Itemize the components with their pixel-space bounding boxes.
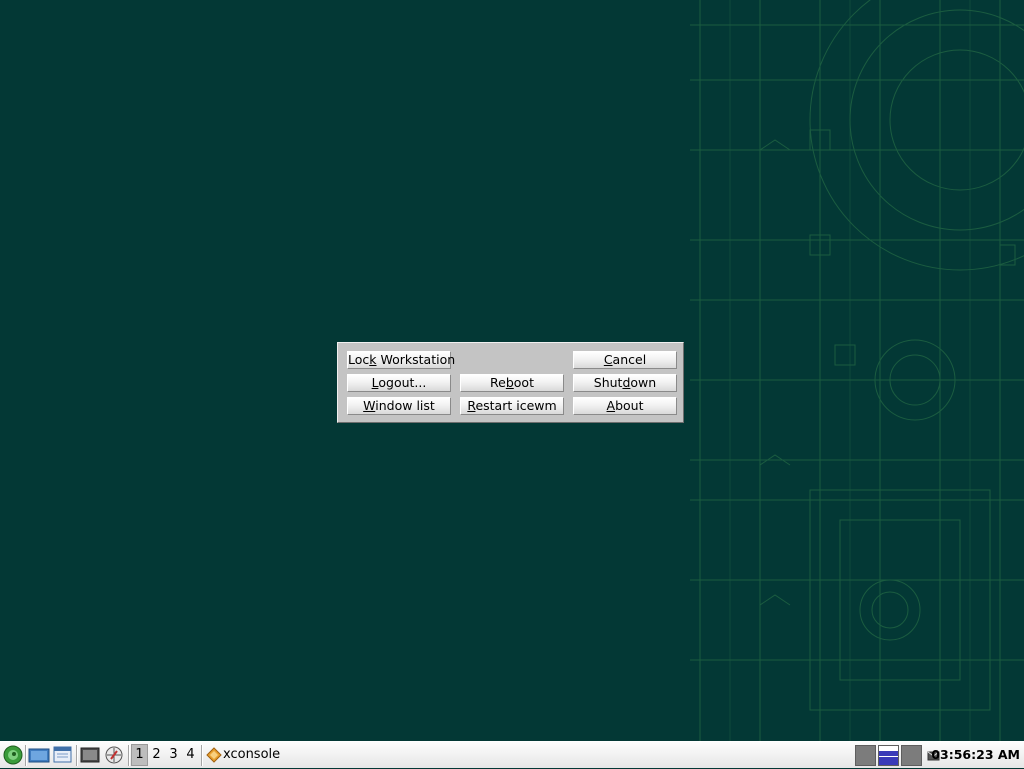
taskbar-separator (201, 745, 203, 766)
workspace-button-1[interactable]: 1 (131, 744, 148, 766)
clock[interactable]: 03:56:23 AM (931, 744, 1020, 766)
cancel-accelerator: C (603, 352, 613, 367)
logout-dialog: Lock Workstation Cancel Logout... Reboot… (337, 342, 684, 423)
reboot-button[interactable]: Reboot (460, 374, 564, 392)
about-label-post: bout (615, 398, 644, 413)
window-list-accelerator: W (363, 398, 376, 413)
window-list-icon (53, 746, 72, 763)
terminal-icon (80, 747, 100, 763)
shutdown-label-post: own (630, 375, 657, 390)
taskbar-separator (128, 745, 130, 766)
taskbar-separator (25, 745, 27, 766)
terminal-launcher[interactable] (79, 745, 101, 765)
cancel-button[interactable]: Cancel (573, 351, 677, 369)
start-menu-button[interactable] (2, 745, 24, 765)
logout-label-post: ogout... (378, 375, 427, 390)
about-button[interactable]: About (573, 397, 677, 415)
workspace-button-3[interactable]: 3 (165, 744, 182, 766)
reboot-label-post: oot (513, 375, 534, 390)
shutdown-button[interactable]: Shutdown (573, 374, 677, 392)
cancel-label-post: ancel (612, 352, 647, 367)
browser-icon (105, 746, 123, 764)
restart-icewm-button[interactable]: Restart icewm (460, 397, 564, 415)
window-list-button[interactable]: Window list (347, 397, 451, 415)
cpu-monitor-graph[interactable] (855, 745, 876, 766)
shutdown-label-pre: Shut (593, 375, 623, 390)
lock-workstation-label-pre: Loc (348, 352, 370, 367)
file-manager-launcher[interactable] (28, 745, 50, 765)
lock-workstation-accelerator: k (369, 352, 377, 367)
workspace-button-2[interactable]: 2 (148, 744, 165, 766)
about-accelerator: A (606, 398, 616, 413)
window-list-label-post: indow list (375, 398, 435, 413)
start-menu-icon (3, 745, 23, 765)
lock-workstation-button[interactable]: Lock Workstation (347, 351, 455, 369)
workspace-button-4[interactable]: 4 (182, 744, 199, 766)
restart-icewm-label-post: estart icewm (475, 398, 557, 413)
memory-monitor-graph[interactable] (901, 745, 922, 766)
browser-launcher[interactable] (103, 745, 125, 765)
logout-button[interactable]: Logout... (347, 374, 451, 392)
window-list-launcher[interactable] (52, 745, 74, 765)
file-manager-icon (28, 748, 50, 763)
taskbar: 1 2 3 4 xconsole 03:56:23 AM (0, 741, 1024, 768)
xconsole-icon (206, 747, 222, 763)
reboot-accelerator: b (505, 375, 514, 390)
task-label: xconsole (223, 747, 281, 762)
network-monitor-graph[interactable] (878, 745, 899, 766)
reboot-label-pre: Re (490, 375, 506, 390)
taskbar-separator (76, 745, 78, 766)
lock-workstation-label-post: Workstation (376, 352, 456, 367)
